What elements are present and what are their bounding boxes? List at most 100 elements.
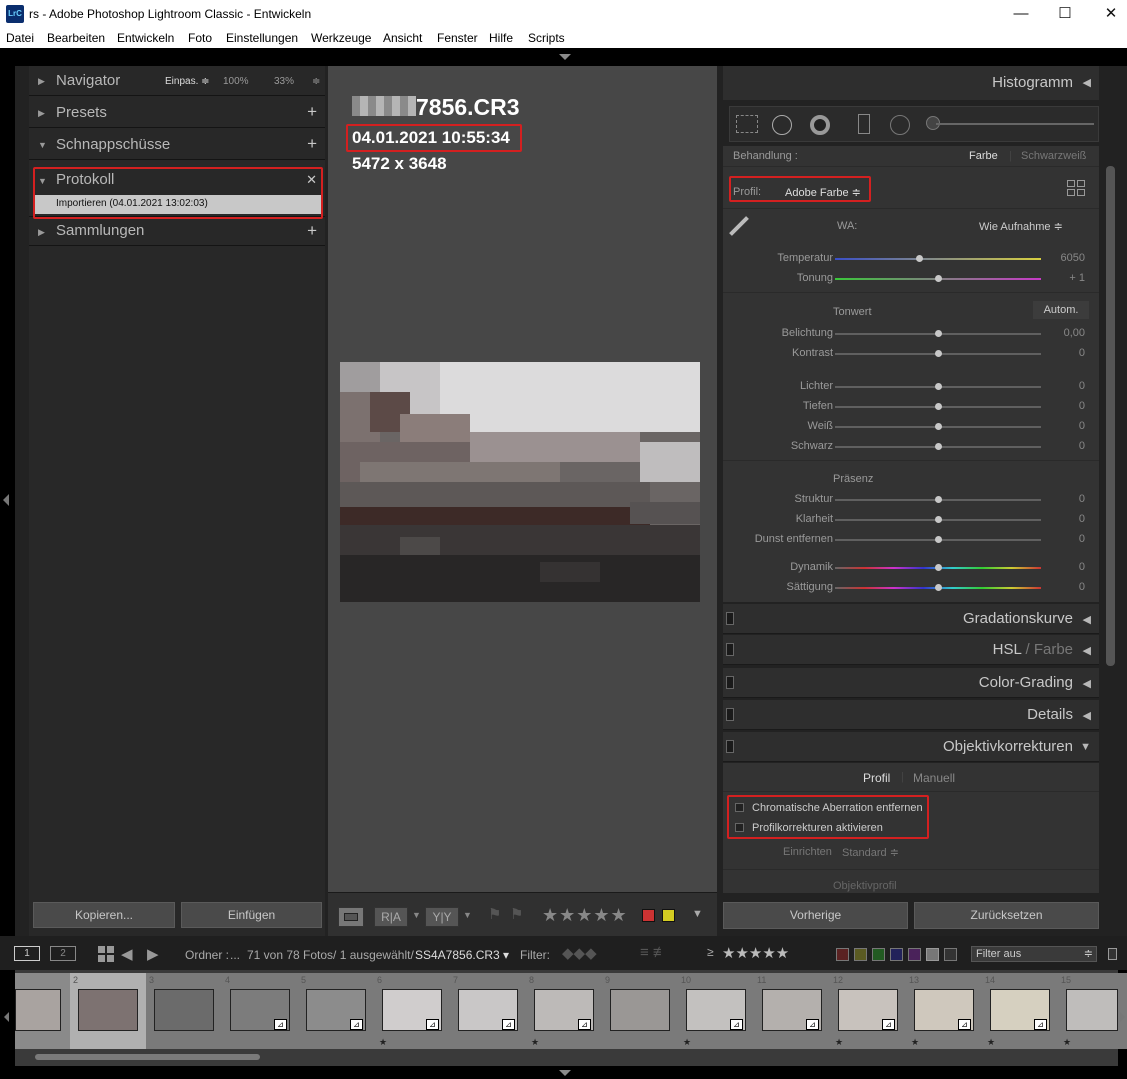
filmstrip-cell-selected[interactable]: 2	[70, 973, 146, 1049]
dropdown-triangle-icon[interactable]: ▼	[463, 910, 472, 920]
filter-color-yellow[interactable]	[854, 948, 867, 961]
details-header[interactable]: Details ◀	[723, 700, 1099, 730]
rating-stars[interactable]: ★★★★★	[542, 905, 628, 926]
temperature-slider-knob[interactable]	[916, 255, 923, 262]
radial-filter-icon[interactable]	[890, 115, 910, 135]
menu-bearbeiten[interactable]: Bearbeiten	[47, 31, 105, 45]
filmstrip-cell[interactable]: 10 ⊿ ★	[678, 973, 754, 1049]
dropdown-triangle-icon[interactable]: ▼	[412, 910, 421, 920]
lens-tab-manual[interactable]: Manuell	[913, 771, 955, 785]
white-balance-eyedropper-icon[interactable]	[729, 216, 749, 236]
filmstrip-right-icon[interactable]	[1120, 1012, 1125, 1022]
panel-switch-icon[interactable]	[726, 612, 734, 625]
add-preset-icon[interactable]: +	[307, 102, 317, 122]
filmstrip-scrollbar[interactable]	[35, 1054, 260, 1060]
slider-knob[interactable]	[935, 584, 942, 591]
red-eye-icon[interactable]	[810, 115, 830, 135]
close-button[interactable]: ✕	[1096, 3, 1126, 25]
filmstrip-cell[interactable]: 12 ⊿ ★	[830, 973, 906, 1049]
menu-entwickeln[interactable]: Entwickeln	[117, 31, 174, 45]
slider-value[interactable]: 0	[1043, 380, 1085, 392]
slider-knob[interactable]	[935, 403, 942, 410]
filmstrip-cell[interactable]: 7 ⊿	[450, 973, 526, 1049]
slider-value[interactable]: 0	[1043, 400, 1085, 412]
maximize-button[interactable]: ☐	[1050, 3, 1080, 25]
slider-knob[interactable]	[935, 564, 942, 571]
menu-scripts[interactable]: Scripts	[528, 31, 565, 45]
slider-value[interactable]: 0	[1043, 561, 1085, 573]
navigator-header[interactable]: ▶ Navigator Einpas. ≑ 100% 33% ≑	[29, 66, 325, 96]
flag-pick-icon[interactable]: ⚑	[488, 905, 501, 923]
reset-button[interactable]: Zurücksetzen	[914, 902, 1099, 929]
menu-ansicht[interactable]: Ansicht	[383, 31, 422, 45]
setup-dropdown[interactable]: Standard ≑	[842, 846, 899, 859]
hsl-header[interactable]: HSL / Farbe ◀	[723, 635, 1099, 665]
filmstrip-cell[interactable]: 5 ⊿	[298, 973, 374, 1049]
tint-value[interactable]: + 1	[1043, 272, 1085, 284]
slider-value[interactable]: 0	[1043, 581, 1085, 593]
slider-knob[interactable]	[935, 423, 942, 430]
copy-button[interactable]: Kopieren...	[33, 902, 175, 928]
color-grading-header[interactable]: Color-Grading ◀	[723, 668, 1099, 698]
slider-knob[interactable]	[935, 496, 942, 503]
filmstrip-cell[interactable]: 4 ⊿	[222, 973, 298, 1049]
back-arrow-icon[interactable]: ◀	[121, 945, 133, 963]
filmstrip-cell[interactable]: 9	[602, 973, 678, 1049]
filter-color-custom[interactable]	[926, 948, 939, 961]
filmstrip-cell[interactable]: 13 ⊿ ★	[906, 973, 982, 1049]
filter-rating-stars[interactable]: ★★★★★	[722, 944, 789, 962]
temperature-value[interactable]: 6050	[1043, 252, 1085, 264]
minimize-button[interactable]: —	[1006, 3, 1036, 25]
filmstrip-switch-icon[interactable]	[1108, 948, 1117, 960]
filter-color-purple[interactable]	[908, 948, 921, 961]
before-after-split-button[interactable]: Y|Y	[425, 907, 459, 927]
menu-fenster[interactable]: Fenster	[437, 31, 478, 45]
zoom-33-option[interactable]: 33%	[274, 76, 294, 87]
add-collection-icon[interactable]: +	[307, 221, 317, 241]
panel-switch-icon[interactable]	[726, 708, 734, 721]
treatment-color[interactable]: Farbe	[969, 150, 998, 162]
zoom-fit-option[interactable]: Einpas. ≑	[165, 76, 210, 87]
slider-value[interactable]: 0	[1043, 493, 1085, 505]
menu-foto[interactable]: Foto	[188, 31, 212, 45]
zoom-100-option[interactable]: 100%	[223, 76, 249, 87]
filter-flag-icons[interactable]: ◆◆◆	[562, 944, 597, 962]
monitor-1-button[interactable]: 1	[14, 946, 40, 961]
filter-color-red[interactable]	[836, 948, 849, 961]
filter-color-blue[interactable]	[890, 948, 903, 961]
slider-knob[interactable]	[935, 516, 942, 523]
rating-comparator[interactable]: ≥	[707, 945, 714, 959]
tone-curve-header[interactable]: Gradationskurve ◀	[723, 604, 1099, 634]
brush-slider[interactable]	[936, 123, 1094, 125]
menu-hilfe[interactable]: Hilfe	[489, 31, 513, 45]
toolbar-options-icon[interactable]: ▼	[692, 908, 703, 920]
add-snapshot-icon[interactable]: +	[307, 134, 317, 154]
menu-werkzeuge[interactable]: Werkzeuge	[311, 31, 371, 45]
forward-arrow-icon[interactable]: ▶	[147, 945, 159, 963]
left-panel-toggle-icon[interactable]	[3, 494, 9, 506]
slider-value[interactable]: 0	[1043, 347, 1085, 359]
panel-switch-icon[interactable]	[726, 676, 734, 689]
flag-reject-icon[interactable]: ⚑	[510, 905, 523, 923]
panel-switch-icon[interactable]	[726, 643, 734, 656]
filmstrip-cell[interactable]: 6 ⊿ ★	[374, 973, 450, 1049]
monitor-2-button[interactable]: 2	[50, 946, 76, 961]
zoom-stepper-icon[interactable]: ≑	[312, 76, 320, 87]
top-panel-toggle-icon[interactable]	[559, 54, 571, 60]
profile-browser-icon[interactable]	[1067, 180, 1085, 196]
before-after-button[interactable]: R|A	[374, 907, 408, 927]
auto-tone-button[interactable]: Autom.	[1033, 301, 1089, 319]
filter-color-green[interactable]	[872, 948, 885, 961]
temperature-slider[interactable]	[835, 258, 1041, 260]
filmstrip-cell[interactable]: 3	[146, 973, 222, 1049]
presets-header[interactable]: ▶ Presets +	[29, 98, 325, 128]
slider-knob[interactable]	[935, 350, 942, 357]
menu-einstellungen[interactable]: Einstellungen	[226, 31, 298, 45]
filmstrip-cell[interactable]: 11 ⊿	[754, 973, 830, 1049]
filter-edit-icons[interactable]: ≡ ≢	[640, 944, 668, 961]
slider-value[interactable]: 0	[1043, 533, 1085, 545]
filmstrip-left-icon[interactable]	[4, 1012, 9, 1022]
slider-value[interactable]: 0	[1043, 513, 1085, 525]
slider-knob[interactable]	[935, 536, 942, 543]
bottom-panel-toggle-icon[interactable]	[559, 1070, 571, 1076]
